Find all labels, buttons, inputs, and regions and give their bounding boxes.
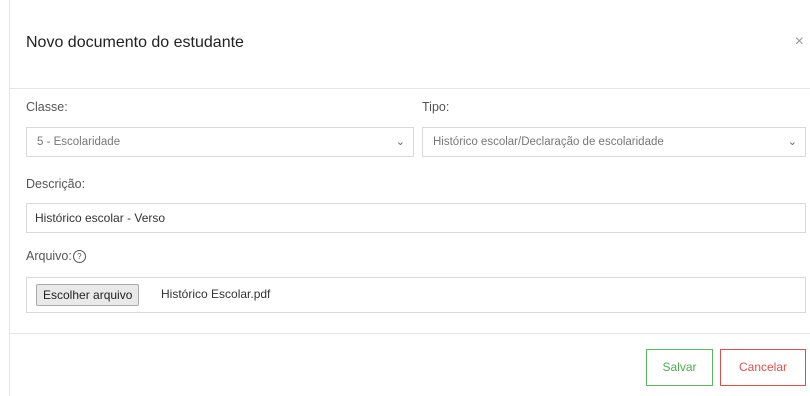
tipo-select-value: Histórico escolar/Declaração de escolari… [433, 136, 664, 148]
choose-file-button[interactable]: Escolher arquivo [36, 284, 140, 306]
descricao-label: Descrição: [26, 177, 86, 191]
modal-title: Novo documento do estudante [26, 34, 244, 51]
footer-divider [10, 333, 810, 334]
save-button[interactable]: Salvar [646, 349, 713, 386]
close-icon[interactable]: × [795, 33, 804, 51]
tipo-select[interactable]: Histórico escolar/Declaração de escolari… [422, 127, 806, 157]
classe-label: Classe: [26, 100, 68, 114]
arquivo-label: Arquivo: [26, 249, 72, 263]
cancel-button[interactable]: Cancelar [720, 349, 806, 386]
arquivo-label-row: Arquivo:? [26, 249, 86, 263]
classe-select-value: 5 - Escolaridade [37, 136, 121, 148]
descricao-input-value: Histórico escolar - Verso [35, 211, 166, 225]
file-input-field [26, 277, 806, 313]
chevron-down-icon: ⌄ [787, 136, 797, 148]
new-document-modal: Novo documento do estudante × Classe: 5 … [10, 0, 810, 396]
selected-file-name: Histórico Escolar.pdf [161, 287, 271, 301]
question-circle-icon[interactable]: ? [72, 250, 86, 263]
descricao-input[interactable]: Histórico escolar - Verso [26, 203, 806, 233]
modal-header: Novo documento do estudante × [10, 0, 810, 89]
chevron-down-icon: ⌄ [395, 136, 405, 148]
tipo-label: Tipo: [422, 100, 450, 114]
classe-select[interactable]: 5 - Escolaridade ⌄ [26, 127, 414, 157]
